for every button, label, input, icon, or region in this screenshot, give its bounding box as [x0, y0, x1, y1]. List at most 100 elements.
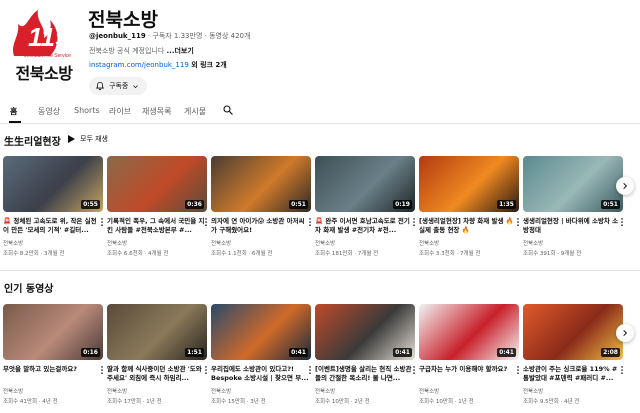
video-title[interactable]: 구급차는 누가 이용해야 할까요? — [419, 365, 517, 383]
video-title[interactable]: 우리집에도 소방관이 있다고?! Bespoke 소방시설 | 찾으면 부... — [211, 365, 309, 383]
video-duration: 1:35 — [497, 200, 516, 209]
video-title[interactable]: 소방관이 주는 싱크로율 119% #통발았대 #포덴력 #패러디 #... — [523, 365, 621, 383]
channel-logo[interactable]: 119 Jeonbuk Fire Service 전북소방 — [6, 6, 82, 86]
video-title[interactable]: 의자에 연 아이가😱 소방관 아저씨가 구해줬어요! — [211, 217, 309, 235]
video-channel[interactable]: 전북소방 — [419, 239, 439, 247]
video-meta: 조회수 41만회 · 4년 전 — [3, 399, 58, 405]
video-title[interactable]: [생생리얼현장] 차량 화재 발생 🔥 실제 출동 현장 🔥 — [419, 217, 517, 235]
video-channel[interactable]: 전북소방 — [107, 387, 127, 395]
video-duration: 0:55 — [81, 200, 100, 209]
next-button[interactable] — [616, 324, 634, 342]
chevron-right-icon — [623, 329, 628, 337]
video-channel[interactable]: 전북소방 — [523, 387, 543, 395]
more-vert-icon[interactable] — [619, 217, 625, 227]
video-channel[interactable]: 전북소방 — [211, 239, 231, 247]
tab-shorts[interactable]: Shorts — [74, 106, 100, 115]
logo-sub-text: Jeonbuk Fire Service — [24, 53, 71, 59]
tab-playlists[interactable]: 재생목록 — [142, 106, 171, 117]
video-title[interactable]: 딸과 함께 식사중이던 소방관 '도와주세요' 외침에 즉시 하임리... — [107, 365, 205, 383]
instagram-link[interactable]: instagram.com/jeonbuk_119 — [89, 61, 189, 69]
video-duration: 0:41 — [497, 348, 516, 357]
video-row-popular: 0:16 무엇을 말하고 있는걸까요? 전북소방조회수 41만회 · 4년 전 1:5… — [3, 304, 640, 409]
video-thumbnail[interactable]: 0:55 — [3, 156, 103, 212]
video-channel[interactable]: 전북소방 — [3, 387, 23, 395]
more-vert-icon[interactable] — [515, 217, 521, 227]
video-thumbnail[interactable]: 0:19 — [315, 156, 415, 212]
section-title-live-field: 生生리얼현장 — [4, 137, 61, 148]
video-channel[interactable]: 전북소방 — [419, 387, 439, 395]
video-title[interactable]: 🚨 정체된 고속도로 위, 작은 실천이 만든 '모세의 기적' #길터... — [3, 217, 101, 235]
video-duration: 2:08 — [601, 348, 620, 357]
video-channel[interactable]: 전북소방 — [211, 387, 231, 395]
video-meta: 조회수 10만회 · 2년 전 — [315, 399, 370, 405]
video-thumbnail[interactable]: 0:36 — [107, 156, 207, 212]
video-channel[interactable]: 전북소방 — [315, 239, 335, 247]
more-links[interactable]: 외 링크 2개 — [189, 61, 227, 69]
more-vert-icon[interactable] — [515, 365, 521, 375]
video-row-live-field: 0:55 🚨 정체된 고속도로 위, 작은 실천이 만든 '모세의 기적' #길터… — [3, 156, 640, 261]
description-text: 전북소방 공식 계정입니다 — [89, 47, 167, 55]
chevron-right-icon — [623, 182, 628, 190]
channel-stats: · 구독자 1.33만명 · 동영상 420개 — [145, 32, 251, 40]
video-duration: 0:36 — [185, 200, 204, 209]
video-channel[interactable]: 전북소방 — [523, 239, 543, 247]
video-meta: 조회수 1.1천회 · 6개월 전 — [211, 251, 273, 257]
more-vert-icon[interactable] — [307, 365, 313, 375]
more-vert-icon[interactable] — [99, 217, 105, 227]
video-thumbnail[interactable]: 1:51 — [107, 304, 207, 360]
more-vert-icon[interactable] — [411, 365, 417, 375]
video-title[interactable]: 생생리얼현장 | 바다위에 소방차 소방정대 — [523, 217, 621, 235]
video-channel[interactable]: 전북소방 — [3, 239, 23, 247]
video-thumbnail[interactable]: 0:51 — [211, 156, 311, 212]
video-thumbnail[interactable]: 0:16 — [3, 304, 103, 360]
video-channel[interactable]: 전북소방 — [107, 239, 127, 247]
channel-links[interactable]: instagram.com/jeonbuk_119 외 링크 2개 — [89, 60, 227, 70]
bell-icon — [95, 81, 105, 91]
video-title[interactable]: [이벤트]생명을 살리는 현직 소방관들의 간절한 목소리! 볼 나면... — [315, 365, 413, 383]
tab-live[interactable]: 라이브 — [109, 106, 131, 117]
search-icon[interactable] — [222, 104, 234, 116]
video-duration: 0:41 — [289, 348, 308, 357]
subscribed-button[interactable]: 구독중 — [89, 77, 147, 95]
channel-tabs: 홈 동영상 Shorts 라이브 재생목록 게시물 — [0, 100, 640, 124]
channel-description[interactable]: 전북소방 공식 계정입니다 ...더보기 — [89, 46, 194, 56]
video-meta: 조회수 3.3천회 · 7개월 전 — [419, 251, 481, 257]
next-button[interactable] — [616, 177, 634, 195]
active-tab-indicator — [9, 121, 21, 123]
video-thumbnail[interactable]: 0:51 — [523, 156, 623, 212]
video-title[interactable]: 기록적인 폭우, 그 속에서 국민을 지킨 사람들 #전북소방본부 #... — [107, 217, 205, 235]
video-thumbnail[interactable]: 0:41 — [211, 304, 311, 360]
video-duration: 0:19 — [393, 200, 412, 209]
video-title[interactable]: 🚨 완주 이서면 호남고속도로 전기차 화재 발생 #전기차 #전... — [315, 217, 413, 235]
play-all-label: 모두 재생 — [80, 135, 108, 143]
fire-service-emblem-icon: 119 Jeonbuk Fire Service — [13, 10, 71, 59]
video-thumbnail[interactable]: 0:41 — [419, 304, 519, 360]
video-meta: 조회수 17만회 · 1년 전 — [107, 399, 162, 405]
play-icon — [68, 135, 75, 143]
more-vert-icon[interactable] — [99, 365, 105, 375]
logo-badge-text: 119 — [28, 22, 70, 52]
chevron-down-icon — [133, 84, 139, 88]
video-meta: 조회수 9.5만회 · 4년 전 — [523, 399, 580, 405]
video-meta: 조회수 8.2만회 · 3개월 전 — [3, 251, 65, 257]
tab-home[interactable]: 홈 — [10, 106, 17, 117]
more-vert-icon[interactable] — [307, 217, 313, 227]
video-meta: 조회수 10만회 · 1년 전 — [419, 399, 474, 405]
video-thumbnail[interactable]: 1:35 — [419, 156, 519, 212]
tab-posts[interactable]: 게시물 — [184, 106, 206, 117]
more-vert-icon[interactable] — [619, 365, 625, 375]
video-meta: 조회수 391회 · 9개월 전 — [523, 251, 582, 257]
video-duration: 0:51 — [601, 200, 620, 209]
play-all-button[interactable]: 모두 재생 — [68, 134, 108, 144]
video-thumbnail[interactable]: 0:41 — [315, 304, 415, 360]
channel-handle: @jeonbuk_119 — [89, 32, 146, 40]
video-channel[interactable]: 전북소방 — [315, 387, 335, 395]
tab-videos[interactable]: 동영상 — [38, 106, 60, 117]
more-vert-icon[interactable] — [203, 365, 209, 375]
more-link[interactable]: ...더보기 — [167, 47, 194, 55]
more-vert-icon[interactable] — [411, 217, 417, 227]
video-title[interactable]: 무엇을 말하고 있는걸까요? — [3, 365, 101, 383]
video-thumbnail[interactable]: 2:08 — [523, 304, 623, 360]
more-vert-icon[interactable] — [203, 217, 209, 227]
channel-meta: @jeonbuk_119 · 구독자 1.33만명 · 동영상 420개 — [89, 31, 250, 41]
